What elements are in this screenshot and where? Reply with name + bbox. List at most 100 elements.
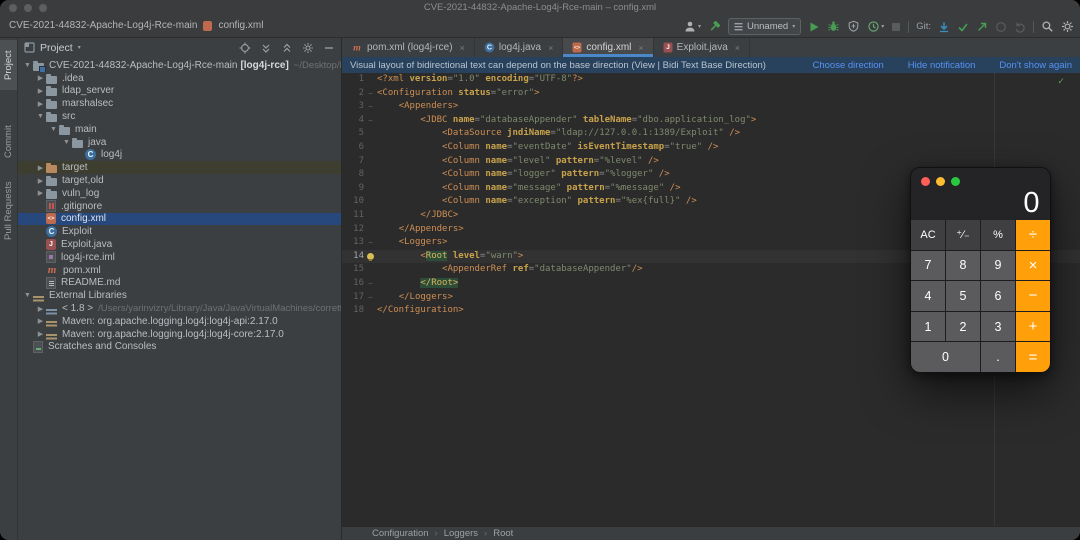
calc-key-5[interactable]: 5 <box>946 281 980 311</box>
chevron-down-icon[interactable]: ▾ <box>78 44 81 51</box>
history-button[interactable] <box>995 21 1007 33</box>
tree-item-src[interactable]: ▼src <box>18 110 341 123</box>
breadcrumb-item-root[interactable]: Root <box>493 528 513 539</box>
code-line-5[interactable]: 5 <DataSource jndiName="ldap://127.0.0.1… <box>342 127 1080 141</box>
tree-chevron-icon[interactable]: ▶ <box>35 164 46 172</box>
calc-key-4[interactable]: 4 <box>911 281 945 311</box>
user-menu-button[interactable]: ▾ <box>684 20 701 33</box>
tree-item-readme-md[interactable]: README.md <box>18 277 341 290</box>
banner-action-don-t-show-again[interactable]: Don't show again <box>999 60 1072 71</box>
calc-key-−[interactable]: − <box>1016 281 1050 311</box>
calc-key-.[interactable]: . <box>981 342 1015 372</box>
run-button[interactable] <box>808 21 820 33</box>
tree-item-external-libraries[interactable]: ▼External Libraries <box>18 289 341 302</box>
project-panel-title[interactable]: Project <box>40 42 73 54</box>
tab-close-icon[interactable]: × <box>735 43 740 53</box>
tree-item-exploit-java[interactable]: Exploit.java <box>18 238 341 251</box>
tree-item-exploit[interactable]: Exploit <box>18 225 341 238</box>
breadcrumb-item-loggers[interactable]: Loggers <box>444 528 478 539</box>
build-button[interactable] <box>708 20 721 33</box>
git-update-button[interactable] <box>938 21 950 33</box>
banner-action-hide-notification[interactable]: Hide notification <box>908 60 976 71</box>
tree-chevron-icon[interactable]: ▶ <box>35 189 46 197</box>
window-tab[interactable]: CVE-2021-44832-Apache-Log4j-Rce-main con… <box>9 20 263 31</box>
tree-chevron-icon[interactable]: ▶ <box>35 330 46 338</box>
intention-bulb-icon[interactable] <box>367 253 374 260</box>
tree-item--gitignore[interactable]: .gitignore <box>18 200 341 213</box>
calc-key-6[interactable]: 6 <box>981 281 1015 311</box>
calc-key-3[interactable]: 3 <box>981 312 1015 342</box>
tree-chevron-icon[interactable]: ▼ <box>35 113 46 120</box>
code-line-2[interactable]: 2−<Configuration status="error"> <box>342 87 1080 101</box>
tree-item-main[interactable]: ▼main <box>18 123 341 136</box>
code-line-6[interactable]: 6 <Column name="eventDate" isEventTimest… <box>342 141 1080 155</box>
calc-key-÷[interactable]: ÷ <box>1016 220 1050 250</box>
tree-item-cve-2021-44832-apache-log4j-rce-main[interactable]: ▼CVE-2021-44832-Apache-Log4j-Rce-main[lo… <box>18 59 341 72</box>
tree-item-pom-xml[interactable]: pom.xml <box>18 264 341 277</box>
calc-key-×[interactable]: × <box>1016 251 1050 281</box>
tree-item-target[interactable]: ▶target <box>18 161 341 174</box>
calc-key-AC[interactable]: AC <box>911 220 945 250</box>
tree-item--1-8-[interactable]: ▶< 1.8 >/Users/yarinvizry/Library/Java/J… <box>18 302 341 315</box>
tab-close-icon[interactable]: × <box>638 43 643 53</box>
calc-key-%[interactable]: % <box>981 220 1015 250</box>
git-commit-button[interactable] <box>957 21 969 33</box>
tree-chevron-icon[interactable]: ▼ <box>61 139 72 146</box>
tree-item-ldap-server[interactable]: ▶ldap_server <box>18 85 341 98</box>
code-line-4[interactable]: 4− <JDBC name="databaseAppender" tableNa… <box>342 114 1080 128</box>
tree-chevron-icon[interactable]: ▶ <box>35 317 46 325</box>
calc-key-+[interactable]: + <box>1016 312 1050 342</box>
calc-key-9[interactable]: 9 <box>981 251 1015 281</box>
locate-file-icon[interactable] <box>239 42 251 54</box>
breadcrumb-item-configuration[interactable]: Configuration <box>372 528 429 539</box>
code-line-3[interactable]: 3− <Appenders> <box>342 100 1080 114</box>
calc-key-7[interactable]: 7 <box>911 251 945 281</box>
git-push-button[interactable] <box>976 21 988 33</box>
tab-close-icon[interactable]: × <box>460 43 465 53</box>
stripe-button-pull-requests[interactable]: Pull Requests <box>0 170 17 252</box>
editor-tab-config-xml[interactable]: config.xml× <box>563 38 653 57</box>
calc-close-button[interactable] <box>921 177 930 186</box>
calc-key-⁺⁄₋[interactable]: ⁺⁄₋ <box>946 220 980 250</box>
editor-tab-log4j-java[interactable]: log4j.java× <box>475 38 564 57</box>
coverage-button[interactable] <box>847 20 860 33</box>
tree-chevron-icon[interactable]: ▶ <box>35 87 46 95</box>
collapse-all-icon[interactable] <box>281 42 293 54</box>
tree-item-java[interactable]: ▼java <box>18 136 341 149</box>
code-line-1[interactable]: 1<?xml version="1.0" encoding="UTF-8"?> <box>342 73 1080 87</box>
tree-chevron-icon[interactable]: ▼ <box>22 292 33 299</box>
stop-button[interactable] <box>891 22 901 32</box>
hide-panel-icon[interactable] <box>323 42 335 54</box>
profiler-button[interactable]: ▾ <box>867 20 884 33</box>
tree-chevron-icon[interactable]: ▼ <box>48 126 59 133</box>
calc-key-=[interactable]: = <box>1016 342 1050 372</box>
tree-chevron-icon[interactable]: ▶ <box>35 100 46 108</box>
banner-action-choose-direction[interactable]: Choose direction <box>813 60 884 71</box>
tree-item-target-old[interactable]: ▶target,old <box>18 174 341 187</box>
calculator-window-controls[interactable] <box>921 177 960 186</box>
tree-item-scratches-and-consoles[interactable]: Scratches and Consoles <box>18 341 341 354</box>
tree-chevron-icon[interactable]: ▶ <box>35 177 46 185</box>
tree-item-vuln-log[interactable]: ▶vuln_log <box>18 187 341 200</box>
debug-button[interactable] <box>827 20 840 33</box>
calculator-window[interactable]: 0 AC⁺⁄₋%÷789×456−123+0.= <box>910 167 1051 373</box>
stripe-button-commit[interactable]: Commit <box>0 118 17 166</box>
tree-item-config-xml[interactable]: config.xml <box>18 213 341 226</box>
panel-settings-icon[interactable] <box>302 42 314 54</box>
inspections-ok-icon[interactable]: ✓ <box>1058 75 1064 89</box>
tree-chevron-icon[interactable]: ▶ <box>35 305 46 313</box>
search-everywhere-button[interactable] <box>1041 20 1054 33</box>
rollback-button[interactable] <box>1014 21 1026 33</box>
calc-key-0[interactable]: 0 <box>911 342 980 372</box>
settings-button[interactable] <box>1061 20 1074 33</box>
calc-minimize-button[interactable] <box>936 177 945 186</box>
tab-close-icon[interactable]: × <box>548 43 553 53</box>
calc-key-8[interactable]: 8 <box>946 251 980 281</box>
calc-key-1[interactable]: 1 <box>911 312 945 342</box>
tree-item-log4j[interactable]: log4j <box>18 149 341 162</box>
tree-chevron-icon[interactable]: ▶ <box>35 74 46 82</box>
expand-all-icon[interactable] <box>260 42 272 54</box>
tree-item-log4j-rce-iml[interactable]: log4j-rce.iml <box>18 251 341 264</box>
editor-tab-exploit-java[interactable]: Exploit.java× <box>654 38 750 57</box>
run-configuration-select[interactable]: Unnamed ▾ <box>728 18 801 35</box>
